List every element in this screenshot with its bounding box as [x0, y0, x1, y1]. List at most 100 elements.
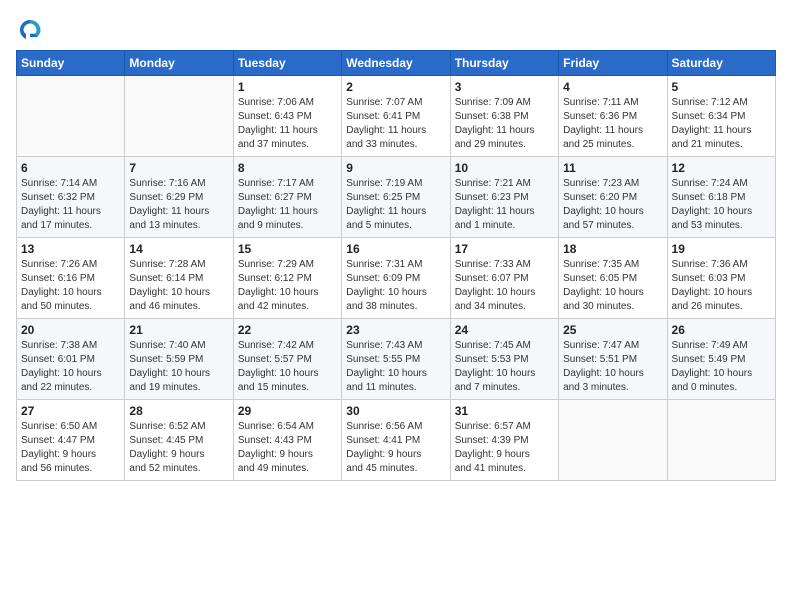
day-detail: Sunrise: 7:40 AM Sunset: 5:59 PM Dayligh…: [129, 339, 228, 395]
day-header-monday: Monday: [125, 51, 233, 76]
day-header-saturday: Saturday: [667, 51, 775, 76]
day-detail: Sunrise: 7:49 AM Sunset: 5:49 PM Dayligh…: [672, 339, 771, 395]
header: [16, 16, 776, 44]
day-header-tuesday: Tuesday: [233, 51, 341, 76]
calendar-cell: 3 Sunrise: 7:09 AM Sunset: 6:38 PM Daylig…: [450, 76, 558, 157]
day-number: 23: [346, 323, 445, 337]
day-number: 27: [21, 404, 120, 418]
day-number: 15: [238, 242, 337, 256]
day-detail: Sunrise: 7:31 AM Sunset: 6:09 PM Dayligh…: [346, 258, 445, 314]
week-row-2: 13Sunrise: 7:26 AM Sunset: 6:16 PM Dayli…: [17, 238, 776, 319]
calendar-cell: 13Sunrise: 7:26 AM Sunset: 6:16 PM Dayli…: [17, 238, 125, 319]
calendar-cell: 9Sunrise: 7:19 AM Sunset: 6:25 PM Daylig…: [342, 157, 450, 238]
logo: [16, 16, 48, 44]
calendar-table: SundayMondayTuesdayWednesdayThursdayFrid…: [16, 50, 776, 481]
day-header-sunday: Sunday: [17, 51, 125, 76]
day-number: 10: [455, 161, 554, 175]
calendar-cell: 2 Sunrise: 7:07 AM Sunset: 6:41 PM Daylig…: [342, 76, 450, 157]
day-detail: Sunrise: 7:38 AM Sunset: 6:01 PM Dayligh…: [21, 339, 120, 395]
day-number: 17: [455, 242, 554, 256]
day-number: 12: [672, 161, 771, 175]
day-detail: Sunrise: 7:33 AM Sunset: 6:07 PM Dayligh…: [455, 258, 554, 314]
week-row-1: 6Sunrise: 7:14 AM Sunset: 6:32 PM Daylig…: [17, 157, 776, 238]
day-detail: Sunrise: 7:43 AM Sunset: 5:55 PM Dayligh…: [346, 339, 445, 395]
calendar-cell: 17 Sunrise: 7:33 AM Sunset: 6:07 PM Dayli…: [450, 238, 558, 319]
day-number: 3: [455, 80, 554, 94]
week-row-4: 27 Sunrise: 6:50 AM Sunset: 4:47 PM Dayli…: [17, 400, 776, 481]
day-number: 18: [563, 242, 662, 256]
day-number: 8: [238, 161, 337, 175]
calendar-cell: [667, 400, 775, 481]
calendar-cell: [125, 76, 233, 157]
day-number: 26: [672, 323, 771, 337]
calendar-cell: 21 Sunrise: 7:40 AM Sunset: 5:59 PM Dayli…: [125, 319, 233, 400]
day-number: 24: [455, 323, 554, 337]
day-number: 13: [21, 242, 120, 256]
day-detail: Sunrise: 7:36 AM Sunset: 6:03 PM Dayligh…: [672, 258, 771, 314]
calendar-cell: 7 Sunrise: 7:16 AM Sunset: 6:29 PM Daylig…: [125, 157, 233, 238]
calendar-cell: 19Sunrise: 7:36 AM Sunset: 6:03 PM Dayli…: [667, 238, 775, 319]
calendar-cell: 30 Sunrise: 6:56 AM Sunset: 4:41 PM Dayli…: [342, 400, 450, 481]
day-detail: Sunrise: 7:35 AM Sunset: 6:05 PM Dayligh…: [563, 258, 662, 314]
day-header-thursday: Thursday: [450, 51, 558, 76]
day-detail: Sunrise: 7:23 AM Sunset: 6:20 PM Dayligh…: [563, 177, 662, 233]
calendar-cell: 6Sunrise: 7:14 AM Sunset: 6:32 PM Daylig…: [17, 157, 125, 238]
day-number: 31: [455, 404, 554, 418]
day-header-friday: Friday: [559, 51, 667, 76]
day-number: 4: [563, 80, 662, 94]
logo-icon: [16, 16, 44, 44]
day-number: 11: [563, 161, 662, 175]
calendar-cell: 27 Sunrise: 6:50 AM Sunset: 4:47 PM Dayli…: [17, 400, 125, 481]
day-number: 6: [21, 161, 120, 175]
day-detail: Sunrise: 6:56 AM Sunset: 4:41 PM Dayligh…: [346, 420, 445, 476]
day-detail: Sunrise: 6:50 AM Sunset: 4:47 PM Dayligh…: [21, 420, 120, 476]
calendar-cell: 20 Sunrise: 7:38 AM Sunset: 6:01 PM Dayli…: [17, 319, 125, 400]
day-detail: Sunrise: 7:16 AM Sunset: 6:29 PM Dayligh…: [129, 177, 228, 233]
day-number: 29: [238, 404, 337, 418]
day-number: 2: [346, 80, 445, 94]
calendar-cell: 12 Sunrise: 7:24 AM Sunset: 6:18 PM Dayli…: [667, 157, 775, 238]
day-detail: Sunrise: 6:52 AM Sunset: 4:45 PM Dayligh…: [129, 420, 228, 476]
calendar-cell: 16 Sunrise: 7:31 AM Sunset: 6:09 PM Dayli…: [342, 238, 450, 319]
day-detail: Sunrise: 7:12 AM Sunset: 6:34 PM Dayligh…: [672, 96, 771, 152]
day-number: 25: [563, 323, 662, 337]
day-detail: Sunrise: 7:07 AM Sunset: 6:41 PM Dayligh…: [346, 96, 445, 152]
day-detail: Sunrise: 7:24 AM Sunset: 6:18 PM Dayligh…: [672, 177, 771, 233]
day-number: 16: [346, 242, 445, 256]
day-number: 28: [129, 404, 228, 418]
calendar-cell: 28 Sunrise: 6:52 AM Sunset: 4:45 PM Dayli…: [125, 400, 233, 481]
calendar-cell: 15Sunrise: 7:29 AM Sunset: 6:12 PM Dayli…: [233, 238, 341, 319]
calendar-cell: 29Sunrise: 6:54 AM Sunset: 4:43 PM Dayli…: [233, 400, 341, 481]
header-row: SundayMondayTuesdayWednesdayThursdayFrid…: [17, 51, 776, 76]
day-detail: Sunrise: 7:42 AM Sunset: 5:57 PM Dayligh…: [238, 339, 337, 395]
calendar-cell: 23 Sunrise: 7:43 AM Sunset: 5:55 PM Dayli…: [342, 319, 450, 400]
day-detail: Sunrise: 6:57 AM Sunset: 4:39 PM Dayligh…: [455, 420, 554, 476]
calendar-cell: [17, 76, 125, 157]
day-number: 14: [129, 242, 228, 256]
day-number: 30: [346, 404, 445, 418]
calendar-cell: 18 Sunrise: 7:35 AM Sunset: 6:05 PM Dayli…: [559, 238, 667, 319]
day-detail: Sunrise: 7:47 AM Sunset: 5:51 PM Dayligh…: [563, 339, 662, 395]
calendar-cell: 22 Sunrise: 7:42 AM Sunset: 5:57 PM Dayli…: [233, 319, 341, 400]
day-detail: Sunrise: 7:45 AM Sunset: 5:53 PM Dayligh…: [455, 339, 554, 395]
calendar-cell: 31 Sunrise: 6:57 AM Sunset: 4:39 PM Dayli…: [450, 400, 558, 481]
day-number: 20: [21, 323, 120, 337]
day-number: 7: [129, 161, 228, 175]
day-detail: Sunrise: 7:06 AM Sunset: 6:43 PM Dayligh…: [238, 96, 337, 152]
day-detail: Sunrise: 7:28 AM Sunset: 6:14 PM Dayligh…: [129, 258, 228, 314]
day-number: 9: [346, 161, 445, 175]
week-row-3: 20 Sunrise: 7:38 AM Sunset: 6:01 PM Dayli…: [17, 319, 776, 400]
day-header-wednesday: Wednesday: [342, 51, 450, 76]
day-detail: Sunrise: 7:11 AM Sunset: 6:36 PM Dayligh…: [563, 96, 662, 152]
day-number: 22: [238, 323, 337, 337]
day-number: 1: [238, 80, 337, 94]
calendar-cell: 24 Sunrise: 7:45 AM Sunset: 5:53 PM Dayli…: [450, 319, 558, 400]
calendar-cell: 14 Sunrise: 7:28 AM Sunset: 6:14 PM Dayli…: [125, 238, 233, 319]
day-detail: Sunrise: 7:09 AM Sunset: 6:38 PM Dayligh…: [455, 96, 554, 152]
week-row-0: 1 Sunrise: 7:06 AM Sunset: 6:43 PM Daylig…: [17, 76, 776, 157]
day-number: 21: [129, 323, 228, 337]
day-detail: Sunrise: 7:17 AM Sunset: 6:27 PM Dayligh…: [238, 177, 337, 233]
calendar-cell: [559, 400, 667, 481]
calendar-cell: 25 Sunrise: 7:47 AM Sunset: 5:51 PM Dayli…: [559, 319, 667, 400]
calendar-cell: 11 Sunrise: 7:23 AM Sunset: 6:20 PM Dayli…: [559, 157, 667, 238]
